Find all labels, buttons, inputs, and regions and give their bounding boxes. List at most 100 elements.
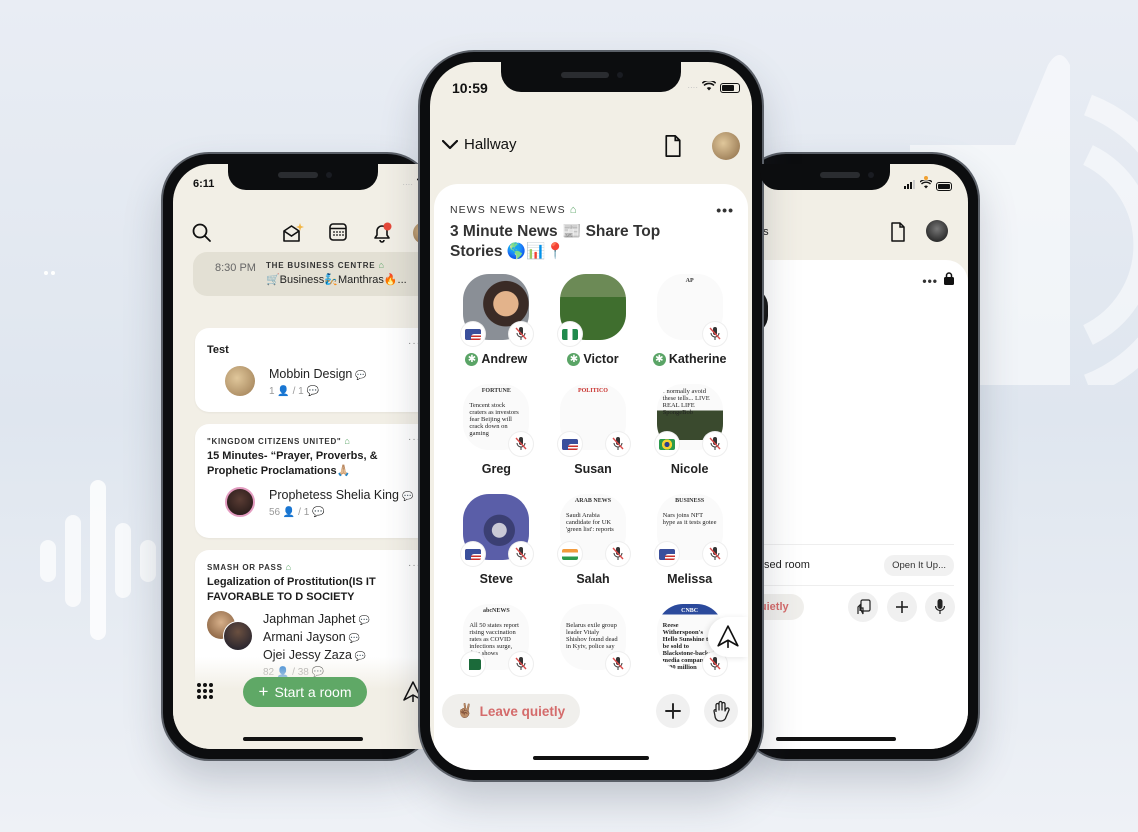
chevron-down-icon — [442, 139, 458, 149]
listener-count: 56 — [269, 507, 281, 518]
speaker-name: Katherine — [668, 352, 727, 366]
speaker-name: Mobbin Design — [269, 367, 353, 381]
flag-br-icon — [654, 432, 679, 456]
speaker-tile[interactable]: Steve — [448, 494, 545, 586]
invite-envelope-icon[interactable] — [281, 222, 305, 246]
start-room-label: Start a room — [274, 684, 352, 700]
status-time: 6:11 — [193, 178, 215, 190]
room-title: Test — [207, 344, 229, 356]
add-button[interactable] — [887, 592, 917, 622]
status-time: 10:59 — [452, 80, 488, 96]
speaker-avatar — [557, 274, 626, 346]
raise-hand-button[interactable] — [704, 694, 738, 728]
person-icon: 👤 — [282, 507, 296, 518]
more-options-icon[interactable]: ••• — [922, 274, 938, 288]
grid-menu-icon[interactable] — [197, 683, 213, 699]
speaker-avatar: BUSINESS Nars joins NFT hype as it tests … — [654, 494, 727, 566]
speaker-name: Japhman Japhet — [263, 612, 356, 626]
news-masthead: CNBC — [681, 608, 699, 614]
room-panel: NEWS NEWS NEWS ⌂ ••• 3 Minute News 📰 Sha… — [434, 184, 748, 770]
speaker-avatar — [461, 274, 534, 346]
ping-button[interactable] — [708, 617, 748, 657]
speaker-name: Greg — [481, 462, 511, 476]
recording-dot — [924, 176, 928, 180]
news-masthead: ARAB NEWS — [574, 498, 612, 504]
microphone-button[interactable] — [925, 592, 955, 622]
speaker-tile[interactable]: POLITICO Susan — [545, 384, 642, 476]
profile-avatar[interactable] — [926, 220, 948, 242]
flag-in-icon — [557, 542, 582, 566]
home-indicator — [533, 756, 649, 760]
battery-icon — [720, 82, 740, 93]
news-headline: Saudi Arabia candidate for UK 'green lis… — [565, 512, 614, 533]
speech-icon: 💬 — [306, 386, 319, 397]
speaker-name-row: Steve — [480, 572, 513, 586]
back-to-hallway-button[interactable]: Hallway — [442, 136, 517, 153]
speaker-tile[interactable]: abcNEWS All 50 states report rising vacci… — [448, 604, 545, 676]
speaker-tile[interactable]: Belarus exile group leader Vitaly Shisho… — [545, 604, 642, 676]
document-icon[interactable] — [890, 222, 906, 247]
flag-us-icon — [654, 542, 679, 566]
bell-icon[interactable] — [371, 222, 395, 246]
speaker-name-row: Nicole — [671, 462, 709, 476]
notch — [760, 164, 890, 190]
speaker-grid: ✱ Andrew ✱ Victor AP ✱ Katherine FORTUNE Tencent… — [448, 274, 738, 676]
listener-count: 1 — [269, 386, 275, 397]
speaker-avatar: FORTUNE Tencent stock craters as investor… — [463, 384, 534, 456]
moderator-badge-icon: ✱ — [465, 352, 479, 366]
room-header: ms — [740, 220, 968, 252]
muted-mic-icon — [605, 652, 630, 676]
speaker-avatar — [225, 366, 255, 396]
speaker-tile[interactable]: AP ✱ Katherine — [641, 274, 738, 366]
upcoming-event-banner[interactable]: 8:30 PM THE BUSINESS CENTRE ⌂ 🛒Business🧞… — [193, 252, 433, 296]
speaker-name: Victor — [583, 352, 619, 366]
news-headline: Belarus exile group leader Vitaly Shisho… — [565, 622, 618, 650]
add-button[interactable] — [656, 694, 690, 728]
sound-bars-decoration — [40, 480, 156, 640]
speaker-avatar: POLITICO — [557, 384, 630, 456]
room-club: "KINGDOM CITIZENS UNITED" — [207, 437, 342, 446]
room-card[interactable]: Test ··· Mobbin Design 💬 1 👤 / 1 💬 — [195, 328, 433, 412]
speaker-tile[interactable]: FORTUNE Tencent stock craters as investor… — [448, 384, 545, 476]
room-screen: 10:59 ···· Hallway NEWS NEWS NEWS ⌂ ••• … — [430, 62, 752, 770]
speaker-name-row: Greg — [482, 462, 511, 476]
search-icon[interactable] — [191, 222, 215, 246]
upcoming-club: THE BUSINESS CENTRE — [265, 261, 376, 270]
home-icon: ⌂ — [344, 436, 351, 446]
chat-bubble-icon: 💬 — [401, 491, 414, 501]
chat-bubble-icon: 💬 — [358, 615, 370, 625]
speaker-name-row: Salah — [576, 572, 609, 586]
more-options-icon[interactable]: ••• — [716, 202, 734, 218]
raise-hand-icon — [713, 700, 730, 722]
signal-icon — [904, 180, 916, 192]
speaker-tile[interactable]: I normally avoid these tells... LIVE REA… — [641, 384, 738, 476]
notch — [228, 164, 378, 190]
chat-bubble-icon: 💬 — [355, 370, 367, 380]
status-icons — [904, 178, 952, 192]
calendar-icon[interactable] — [328, 222, 352, 246]
flag-us-icon — [557, 432, 582, 456]
muted-mic-icon — [702, 542, 727, 566]
start-room-button[interactable]: + Start a room — [243, 677, 367, 707]
hallway-screen: 6:11 ···· 8:30 PM THE BUSINESS CENTRE ⌂ … — [173, 164, 433, 749]
muted-mic-icon — [605, 542, 630, 566]
speaker-name-row: Melissa — [667, 572, 712, 586]
raised-hands-button[interactable] — [848, 592, 878, 622]
speaker-tile[interactable]: ✱ Andrew — [448, 274, 545, 366]
speaker-tile[interactable]: ARAB NEWS Saudi Arabia candidate for UK '… — [545, 494, 642, 586]
document-icon[interactable] — [664, 134, 682, 163]
separator: / — [298, 507, 301, 518]
leave-quietly-button[interactable]: ✌🏽 Leave quietly — [442, 694, 580, 728]
speech-icon: 💬 — [312, 507, 325, 518]
profile-avatar[interactable] — [712, 132, 740, 160]
phone-hallway: 6:11 ···· 8:30 PM THE BUSINESS CENTRE ⌂ … — [163, 154, 433, 759]
room-actions: ✌🏽 Leave quietly — [430, 692, 752, 732]
speaker-name: Salah — [576, 572, 610, 586]
speaker-tile[interactable]: ✱ Victor — [545, 274, 642, 366]
home-indicator — [243, 737, 363, 741]
speaker-name-row: ✱ Victor — [567, 352, 619, 366]
speaker-tile[interactable]: BUSINESS Nars joins NFT hype as it tests … — [641, 494, 738, 586]
room-card[interactable]: "KINGDOM CITIZENS UNITED" ⌂ 15 Minutes- … — [195, 424, 433, 538]
room-title: 3 Minute News 📰 Share Top Stories 🌎📊📍 — [450, 223, 661, 260]
open-it-up-button[interactable]: Open It Up... — [884, 554, 954, 576]
